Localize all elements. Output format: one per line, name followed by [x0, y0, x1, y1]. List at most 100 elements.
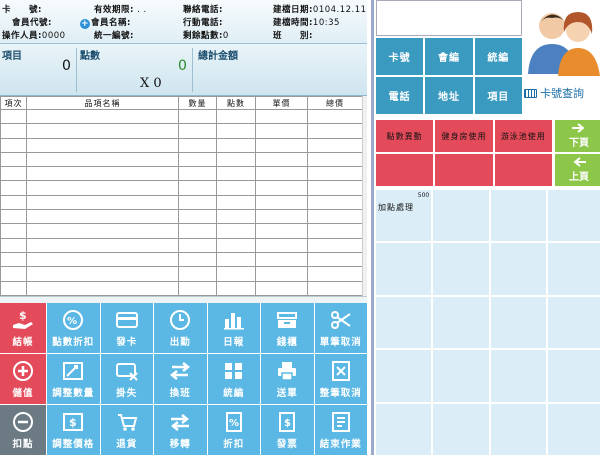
item-slot-empty[interactable] — [376, 403, 432, 455]
column-header-total-price: 總價 — [307, 96, 363, 110]
item-slot-empty[interactable] — [547, 243, 600, 295]
invoice-button[interactable]: $ 發票 — [261, 405, 314, 455]
shift-change-button[interactable]: 換班 — [154, 354, 207, 404]
cash-drawer-button[interactable]: 錢櫃 — [261, 303, 314, 353]
item-slot-empty[interactable] — [490, 243, 546, 295]
category-pool-use[interactable]: 游泳池使用 — [494, 120, 552, 152]
cancel-all-button[interactable]: 整筆取消 — [314, 354, 367, 404]
item-button[interactable]: 500 加點處理 — [376, 190, 432, 242]
table-cell — [255, 123, 308, 139]
deduct-points-button[interactable]: 扣點 — [0, 405, 46, 455]
table-row[interactable] — [0, 209, 363, 225]
filter-tax-id-button[interactable]: 統編 — [474, 38, 522, 75]
category-points-change[interactable]: 點數異動 — [376, 120, 434, 152]
vertical-scrollbar[interactable] — [362, 96, 367, 296]
column-header-quantity: 數量 — [178, 96, 217, 110]
points-discount-button[interactable]: % 點數折扣 — [47, 303, 100, 353]
discount-button[interactable]: % 折扣 — [207, 405, 260, 455]
item-slot-empty[interactable] — [376, 296, 432, 349]
daily-report-button[interactable]: 日報 — [207, 303, 260, 353]
table-cell — [255, 166, 308, 182]
table-row[interactable] — [0, 251, 363, 268]
category-gym-use[interactable]: 健身房使用 — [435, 120, 493, 152]
order-items-table[interactable]: 項次 品項名稱 數量 點數 單價 總價 — [0, 96, 363, 297]
table-row[interactable] — [0, 194, 363, 211]
filter-card-number-button[interactable]: 卡號 — [376, 38, 424, 75]
item-slot-empty[interactable] — [490, 190, 546, 242]
table-cell — [0, 194, 27, 211]
contact-phone-field: 聯絡電話: — [183, 3, 223, 15]
end-session-button[interactable]: 結束作業 — [314, 405, 367, 455]
filter-item-button[interactable]: 項目 — [474, 77, 522, 114]
filter-address-button[interactable]: 地址 — [425, 77, 473, 114]
table-row[interactable] — [0, 151, 363, 168]
category-grid: 點數異動 健身房使用 游泳池使用 — [376, 120, 552, 186]
category-empty[interactable] — [494, 154, 552, 186]
table-row[interactable] — [0, 237, 363, 253]
issue-card-button[interactable]: 發卡 — [100, 303, 153, 353]
category-empty[interactable] — [435, 154, 493, 186]
checkout-button[interactable]: $ 結帳 — [0, 303, 46, 353]
created-time-field: 建檔時間:10:35 — [273, 16, 340, 28]
item-slot-empty[interactable] — [547, 190, 600, 242]
return-goods-button[interactable]: 退貨 — [100, 405, 153, 455]
issue-card-label: 發卡 — [116, 336, 138, 348]
next-page-button[interactable]: 下頁 — [555, 120, 600, 152]
item-slot-empty[interactable] — [490, 403, 546, 455]
filter-member-code-button[interactable]: 會編 — [425, 38, 473, 75]
table-cell — [216, 123, 256, 139]
item-slot-empty[interactable] — [490, 350, 546, 402]
table-row[interactable] — [0, 137, 363, 153]
tax-id-button[interactable]: 統編 — [207, 354, 260, 404]
item-slot-empty[interactable] — [376, 243, 432, 295]
table-cell — [255, 108, 308, 125]
table-cell — [26, 223, 179, 239]
item-slot-empty[interactable] — [433, 350, 489, 402]
search-input[interactable] — [376, 0, 522, 36]
created-time-label: 建檔時間: — [273, 18, 313, 28]
table-cell — [0, 209, 27, 225]
cancel-single-button[interactable]: 單筆取消 — [314, 303, 367, 353]
item-slot-empty[interactable] — [376, 350, 432, 402]
table-cell — [255, 151, 308, 168]
filter-phone-button[interactable]: 電話 — [376, 77, 424, 114]
keyboard-icon — [524, 88, 537, 98]
prev-page-button[interactable]: 上頁 — [555, 154, 600, 186]
next-page-label: 下頁 — [569, 138, 589, 149]
attendance-button[interactable]: 出勤 — [154, 303, 207, 353]
send-order-button[interactable]: 送單 — [261, 354, 314, 404]
transfer-button[interactable]: 移轉 — [154, 405, 207, 455]
adjust-price-button[interactable]: $ 調整價格 — [47, 405, 100, 455]
adjust-quantity-button[interactable]: 調整數量 — [47, 354, 100, 404]
expiry-field: 有效期限: . . — [94, 3, 147, 15]
table-row[interactable] — [0, 180, 363, 196]
table-cell — [216, 223, 256, 239]
table-row[interactable] — [0, 123, 363, 139]
svg-text:%: % — [67, 316, 77, 327]
item-slot-empty[interactable] — [433, 296, 489, 349]
item-slot-empty[interactable] — [433, 403, 489, 455]
table-row[interactable] — [0, 280, 363, 297]
report-lost-button[interactable]: 掛失 — [100, 354, 153, 404]
table-cell — [307, 166, 363, 182]
table-row[interactable] — [0, 108, 363, 125]
item-slot-empty[interactable] — [547, 296, 600, 349]
card-query-button[interactable]: 卡號查詢 — [524, 86, 600, 100]
plus-icon[interactable]: + — [80, 19, 90, 29]
operator-value: 0000 — [41, 31, 66, 41]
item-slot-empty[interactable] — [433, 243, 489, 295]
minus-circle-icon — [13, 411, 33, 432]
horizontal-scrollbar[interactable] — [0, 296, 367, 303]
item-slot-empty[interactable] — [547, 350, 600, 402]
expiry-label: 有效期限: — [94, 5, 134, 15]
discount-tag-icon: % — [225, 411, 242, 432]
item-slot-empty[interactable] — [547, 403, 600, 455]
category-empty[interactable] — [376, 154, 434, 186]
top-up-button[interactable]: 儲值 — [0, 354, 46, 404]
table-row[interactable] — [0, 266, 363, 282]
column-header-unit-price: 單價 — [255, 96, 308, 110]
item-slot-empty[interactable] — [433, 190, 489, 242]
table-row[interactable] — [0, 223, 363, 239]
table-row[interactable] — [0, 166, 363, 182]
item-slot-empty[interactable] — [490, 296, 546, 349]
